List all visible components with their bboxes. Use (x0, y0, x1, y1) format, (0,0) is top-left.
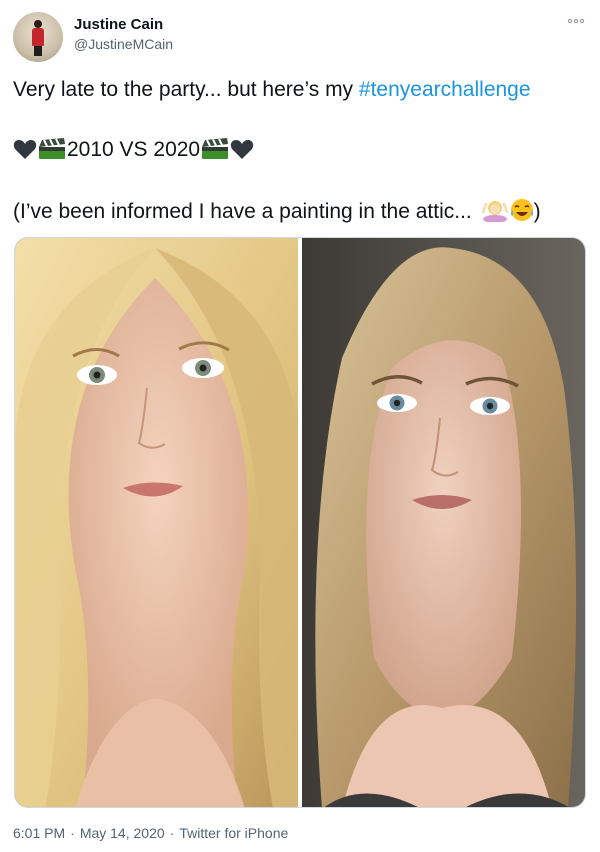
photo-2010[interactable] (15, 238, 298, 807)
tweet-text-aside: (I’ve been informed I have a painting in… (13, 200, 478, 223)
clapper-board-icon (38, 138, 66, 160)
face-with-tears-of-joy-icon (510, 198, 534, 222)
meta-separator: · (169, 825, 175, 841)
more-options-icon[interactable] (568, 16, 586, 26)
tweet-text-close: ) (533, 200, 541, 223)
tweet-meta: 6:01 PM · May 14, 2020 · Twitter for iPhone (13, 825, 288, 841)
clapper-board-icon (201, 138, 229, 160)
tweet-text-line-1: Very late to the party... but here’s my … (13, 77, 531, 103)
tweet-text-intro: Very late to the party... but here’s my (13, 78, 359, 101)
avatar-figure (32, 20, 44, 56)
tweet-time[interactable]: 6:01 PM (13, 825, 65, 841)
comparison-text: 2010 VS 2020 (67, 138, 201, 161)
photo-2020[interactable] (302, 238, 585, 807)
author-handle[interactable]: @JustineMCain (74, 36, 173, 52)
avatar[interactable] (13, 12, 63, 62)
meta-separator: · (70, 825, 75, 841)
tweet-media[interactable] (14, 237, 586, 808)
tweet-source[interactable]: Twitter for iPhone (179, 825, 288, 841)
tweet-text-line-3: (I’ve been informed I have a painting in… (13, 198, 541, 225)
hashtag-link[interactable]: #tenyearchallenge (359, 78, 531, 101)
author-name[interactable]: Justine Cain (74, 16, 163, 33)
tweet-text-line-2: 2010 VS 2020 (13, 137, 254, 163)
tweet-date[interactable]: May 14, 2020 (80, 825, 165, 841)
black-heart-icon (13, 138, 37, 160)
tweet-card: Justine Cain @JustineMCain Very late to … (0, 0, 600, 852)
black-heart-icon (230, 138, 254, 160)
woman-shrugging-icon (481, 198, 509, 223)
